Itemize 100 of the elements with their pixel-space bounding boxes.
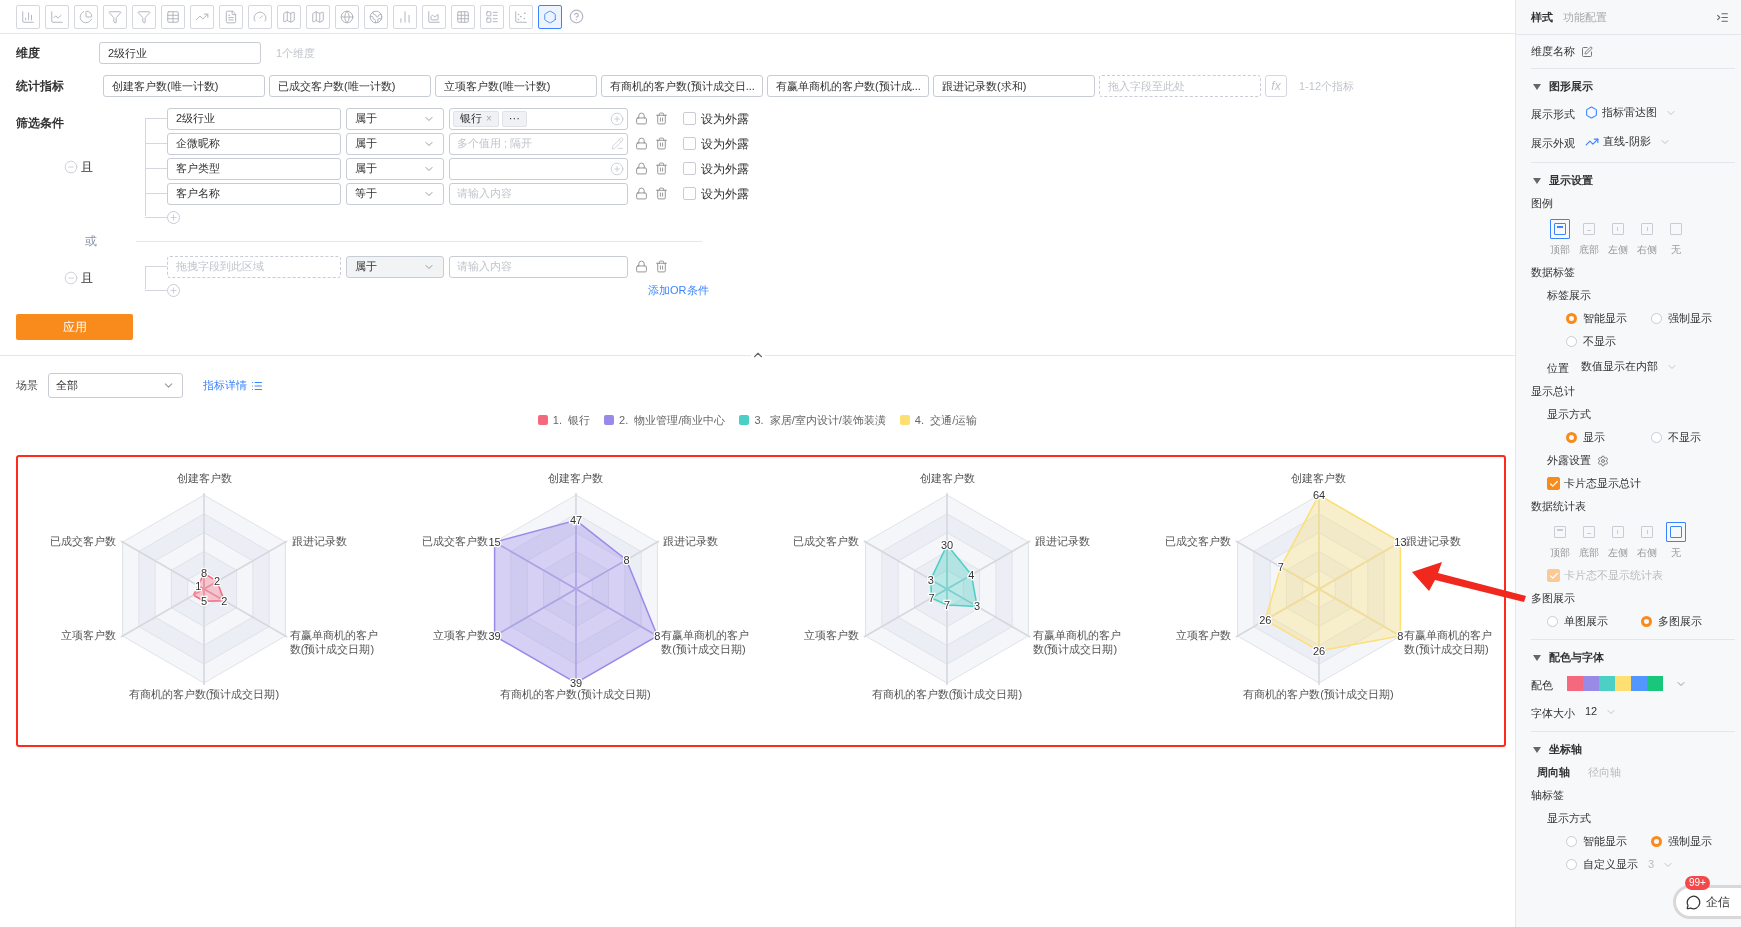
field-chip[interactable]: 2级行业: [167, 107, 341, 130]
remove-group-icon[interactable]: [64, 270, 78, 285]
add-or-link[interactable]: 添加OR条件: [648, 281, 709, 299]
panel-tab[interactable]: 样式: [1531, 8, 1553, 26]
legend-bottom-icon: [1582, 223, 1595, 235]
radio-label: 显示: [1583, 430, 1605, 446]
axis-label: 跟进记录数: [291, 534, 348, 548]
trash-icon[interactable]: [655, 112, 668, 125]
operator-select[interactable]: 属于: [346, 107, 444, 130]
radio-button[interactable]: [1566, 432, 1577, 443]
add-circle-icon[interactable]: [610, 161, 624, 176]
field-chip[interactable]: 有商机的客户数(预计成交日...: [601, 75, 763, 97]
lock-icon[interactable]: [635, 112, 648, 125]
radio-button[interactable]: [1566, 336, 1577, 347]
checkbox-label: 设为外露: [701, 135, 749, 153]
setting-label: 显示总计: [1531, 384, 1575, 400]
radio-button[interactable]: [1547, 616, 1558, 627]
checkbox[interactable]: [1547, 477, 1560, 490]
settings-icon[interactable]: [1597, 454, 1609, 467]
legend-right-icon: [1640, 526, 1653, 538]
axis-tab[interactable]: 周向轴: [1537, 764, 1570, 781]
trash-icon[interactable]: [655, 162, 668, 175]
setting-label: 轴标签: [1531, 788, 1564, 804]
radio-label: 多图展示: [1658, 614, 1702, 630]
checkbox[interactable]: [683, 112, 696, 125]
lock-icon[interactable]: [635, 137, 648, 150]
value-tag[interactable]: ···: [501, 110, 527, 127]
gauge-icon: [253, 9, 267, 24]
radio-button[interactable]: [1566, 836, 1577, 847]
remove-group-icon[interactable]: [64, 160, 78, 174]
checkbox[interactable]: [683, 162, 696, 175]
pie-chart-icon: [79, 9, 93, 24]
field-chip[interactable]: 企微昵称: [167, 132, 341, 155]
section-title: 图形展示: [1549, 79, 1593, 95]
radio-button[interactable]: [1566, 313, 1577, 324]
operator-select[interactable]: 属于: [346, 132, 444, 155]
funnel-icon: [108, 9, 122, 24]
field-chip[interactable]: 有赢单商机的客户数(预计成...: [767, 75, 929, 97]
chat-icon: [1686, 894, 1701, 910]
legend-label: 4. 交通/运输: [914, 412, 978, 428]
value-field[interactable]: [449, 157, 628, 180]
map-icon: [311, 9, 325, 24]
axis-label: 跟进记录数: [1406, 534, 1463, 548]
data-label: 39: [569, 677, 582, 689]
trash-icon[interactable]: [655, 137, 668, 150]
operator-select[interactable]: 等于: [346, 182, 444, 205]
legend-label: 3. 家居/室内设计/装饰装潢: [754, 412, 886, 428]
radio-button[interactable]: [1650, 313, 1662, 324]
field-chip[interactable]: 客户类型: [167, 157, 341, 180]
trash-icon[interactable]: [655, 260, 668, 273]
field-chip[interactable]: 2级行业: [99, 42, 261, 64]
radio-button[interactable]: [1566, 859, 1577, 870]
caret-icon[interactable]: [1533, 746, 1541, 753]
lock-icon[interactable]: [635, 162, 648, 175]
value-field[interactable]: 银行 × ···: [449, 107, 628, 130]
field-label: 维度: [16, 45, 41, 62]
axis-label: 已成交客户数: [420, 534, 488, 548]
chart-type-button[interactable]: [538, 4, 562, 29]
field-chip[interactable]: 跟进记录数(求和): [933, 75, 1095, 97]
scene-select[interactable]: 全部: [48, 373, 183, 398]
lock-icon[interactable]: [635, 260, 648, 273]
operator-select[interactable]: 属于: [346, 157, 444, 180]
checkbox[interactable]: [683, 137, 696, 150]
data-label: 7: [928, 591, 935, 604]
radio-button[interactable]: [1650, 836, 1662, 847]
hexagon-icon: [543, 9, 557, 24]
field-chip[interactable]: 客户名称: [167, 182, 341, 205]
checkbox[interactable]: [683, 187, 696, 200]
caret-icon[interactable]: [1533, 654, 1541, 661]
globe-icon: [340, 9, 354, 24]
lock-icon[interactable]: [635, 187, 648, 200]
radio-button[interactable]: [1641, 616, 1652, 627]
pencil-icon[interactable]: [611, 137, 624, 150]
field-chip[interactable]: 创建客户数(唯一计数): [103, 75, 265, 97]
chat-button[interactable]: 企信: [1673, 885, 1741, 919]
logic-label: 且: [81, 159, 93, 176]
hexagon-icon: [1585, 106, 1598, 119]
checkbox-label: 设为外露: [701, 110, 749, 128]
edit-icon[interactable]: [1581, 45, 1593, 58]
value-tag[interactable]: 银行 ×: [453, 110, 499, 127]
axis-label: 已成交客户数: [49, 534, 117, 548]
trash-icon[interactable]: [655, 187, 668, 200]
metric-details-link[interactable]: 指标详情: [203, 377, 263, 394]
field-chip[interactable]: 已成交客户数(唯一计数): [269, 75, 431, 97]
field-chip[interactable]: 立项客户数(唯一计数): [435, 75, 597, 97]
collapse-panel-icon[interactable]: [1716, 10, 1729, 24]
caret-icon[interactable]: [1533, 177, 1541, 184]
axis-label: 立项客户数: [803, 628, 860, 642]
data-label: 1: [195, 579, 202, 592]
radio-button[interactable]: [1650, 432, 1662, 443]
legend-bottom-icon: [1582, 526, 1595, 538]
color-palette[interactable]: [1567, 676, 1663, 691]
help-icon[interactable]: [569, 9, 584, 24]
add-circle-icon[interactable]: [610, 111, 624, 126]
bar-chart-icon: [21, 9, 35, 24]
caret-icon[interactable]: [1533, 83, 1541, 90]
area-chart-icon: [427, 9, 441, 24]
setting-label: 多图展示: [1531, 591, 1575, 607]
axis-label: 跟进记录数: [663, 534, 720, 548]
setting-label: 图例: [1531, 196, 1553, 212]
